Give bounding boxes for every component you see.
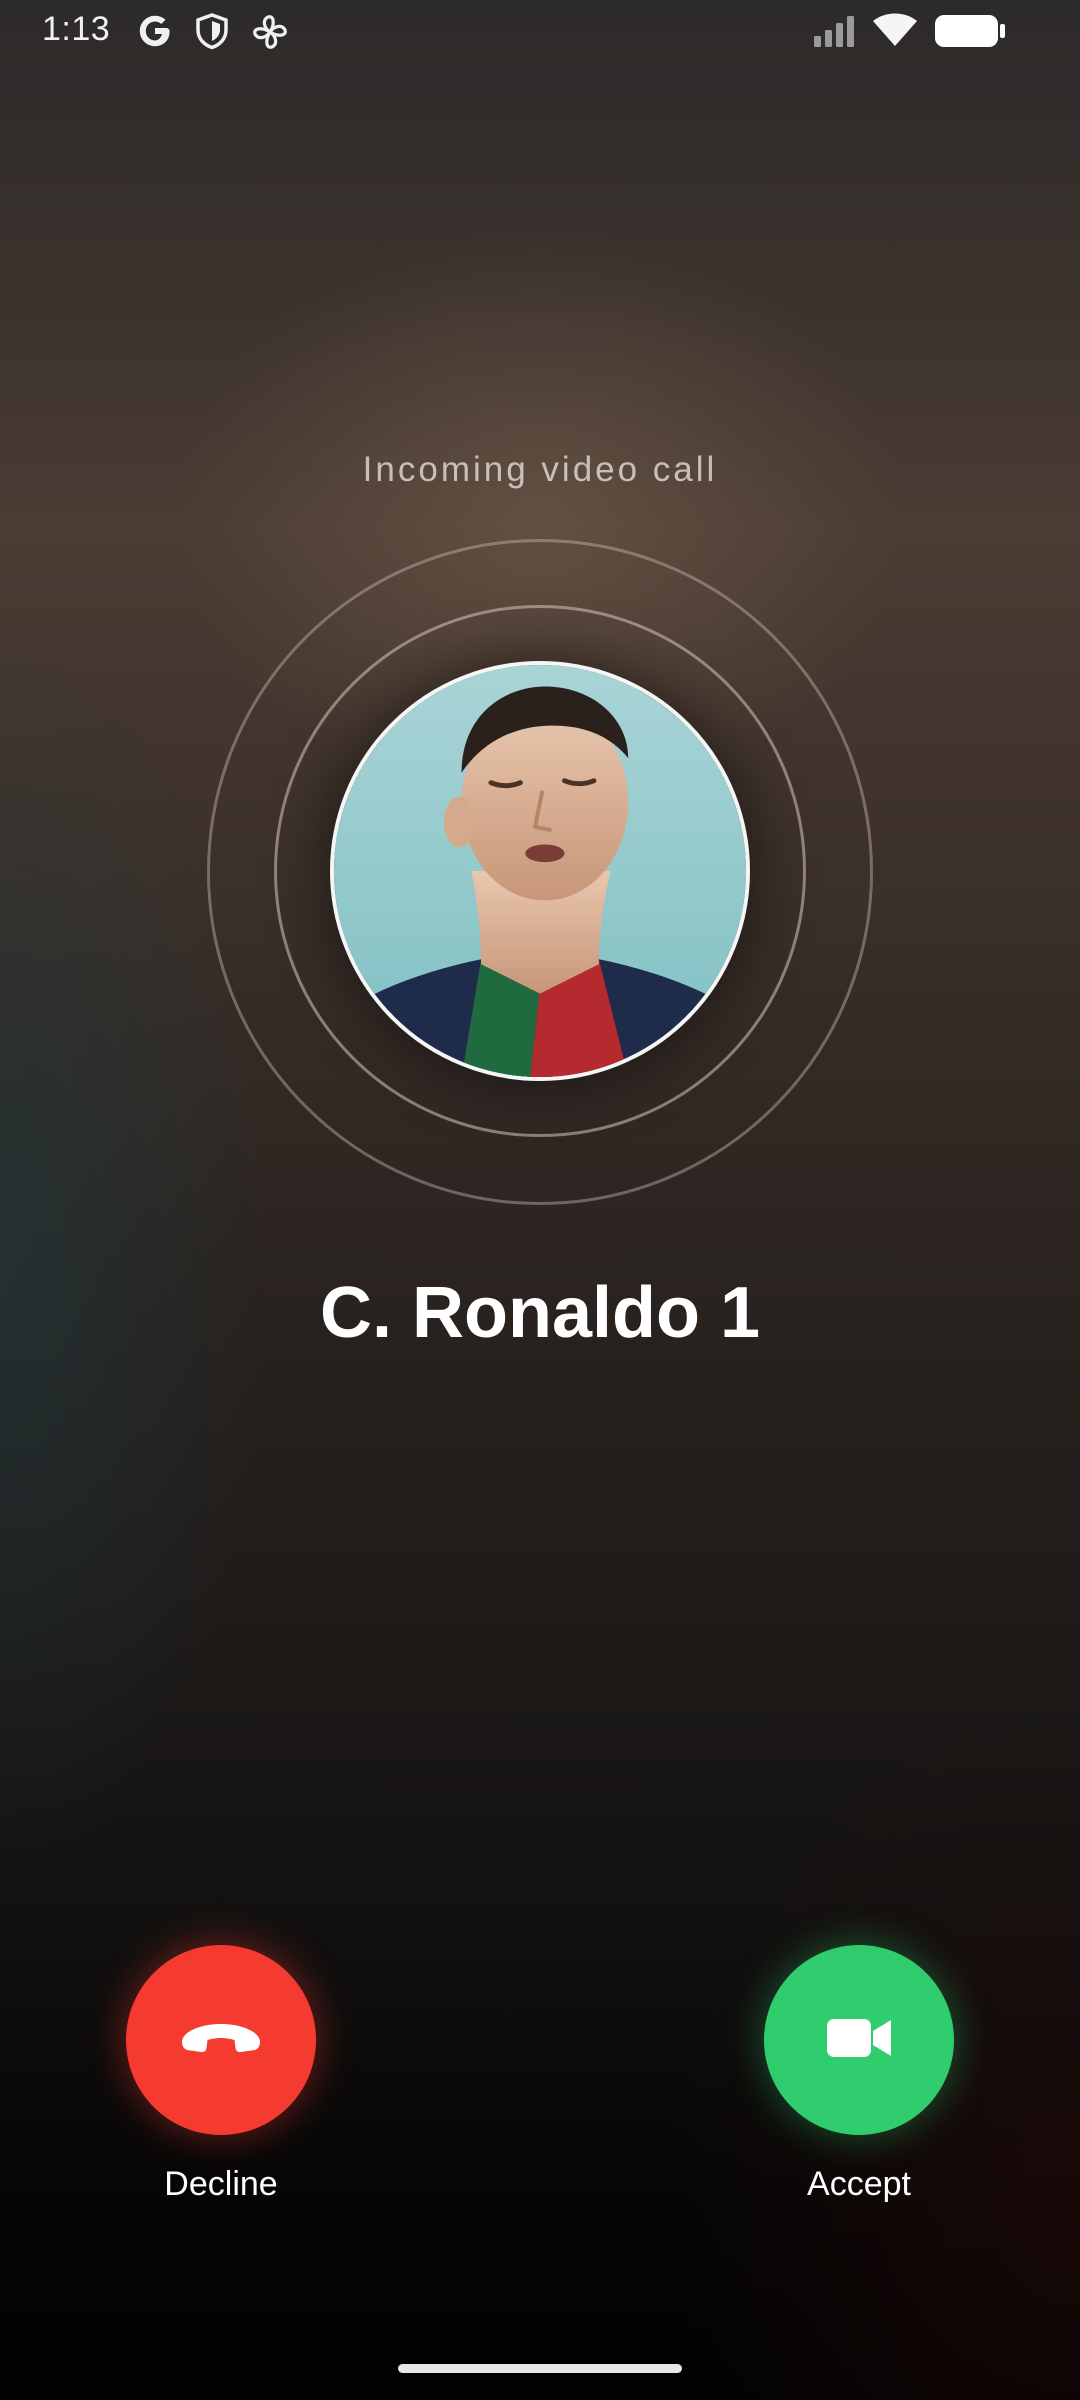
google-g-icon: [136, 12, 174, 55]
signal-icon: [812, 14, 860, 53]
caller-name: C. Ronaldo 1: [319, 1273, 760, 1353]
battery-icon: [934, 14, 1006, 53]
status-time: 1:13: [42, 10, 111, 48]
accept-label: Accept: [807, 2165, 911, 2203]
phone-hangup-icon: [178, 2018, 264, 2063]
incoming-call-label: Incoming video call: [362, 450, 718, 489]
decline-action: Decline: [126, 1945, 316, 2204]
home-indicator[interactable]: [398, 2364, 682, 2373]
incoming-call-screen: 1:13 Incoming video call C. Ronaldo 1 De…: [0, 0, 1080, 2400]
accept-action: Accept: [764, 1945, 954, 2204]
caller-avatar: [330, 661, 750, 1081]
fan-icon: [250, 12, 290, 57]
video-camera-icon: [825, 2015, 893, 2066]
status-bar: 1:13: [0, 0, 1080, 64]
wifi-icon: [872, 12, 918, 53]
shield-icon: [194, 12, 230, 55]
accept-button[interactable]: [764, 1945, 954, 2135]
decline-label: Decline: [164, 2165, 278, 2203]
decline-button[interactable]: [126, 1945, 316, 2135]
